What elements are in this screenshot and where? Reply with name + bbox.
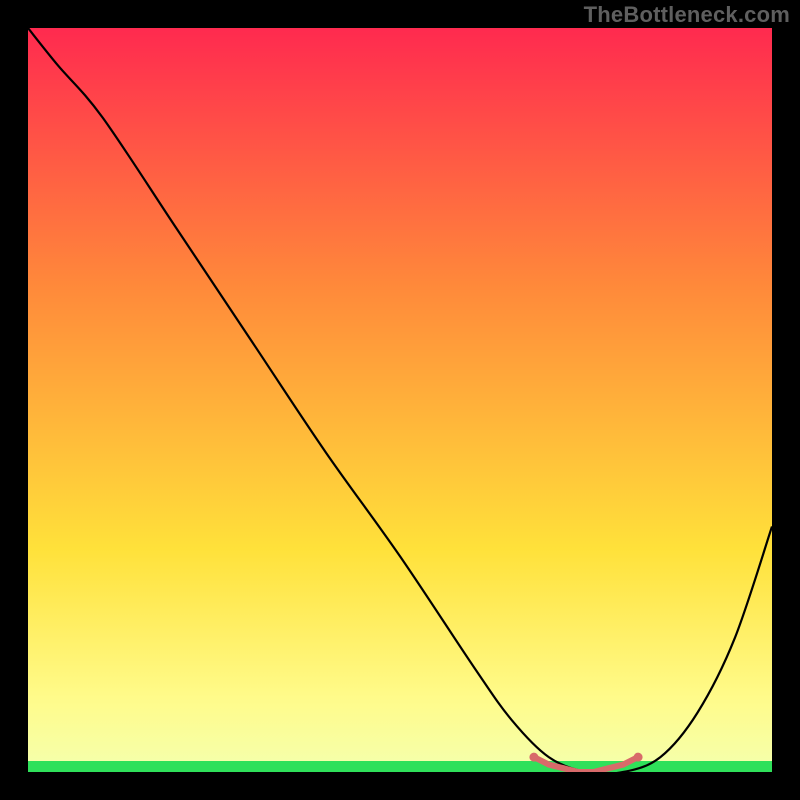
plot-area — [28, 28, 772, 772]
valley-marker-end — [529, 753, 538, 762]
watermark-text: TheBottleneck.com — [584, 2, 790, 28]
chart-frame: TheBottleneck.com — [0, 0, 800, 800]
plot-svg — [28, 28, 772, 772]
valley-marker-end — [634, 753, 643, 762]
gradient-background — [28, 28, 772, 772]
